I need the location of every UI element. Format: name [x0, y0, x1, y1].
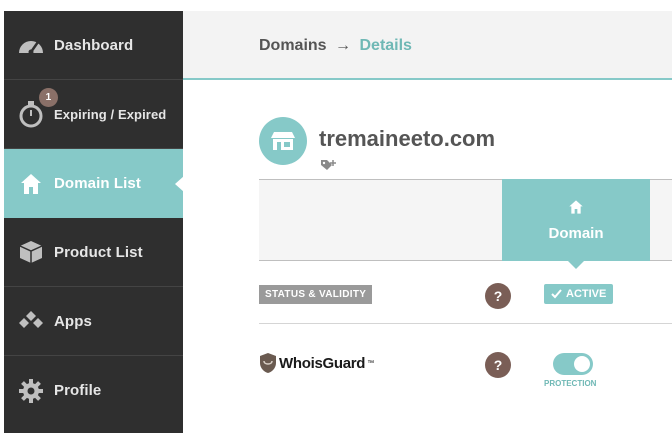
sidebar: Dashboard 1 Expiring / Expired Domain Li… — [4, 11, 184, 433]
whoisguard-protection-toggle[interactable] — [553, 353, 593, 375]
table-row-status: STATUS & VALIDITY ? ACTIVE — [259, 262, 672, 324]
sidebar-item-label: Product List — [54, 243, 143, 261]
speedometer-icon — [17, 31, 45, 59]
status-validity-label: STATUS & VALIDITY — [259, 285, 373, 304]
add-tag-icon[interactable] — [320, 158, 338, 172]
protection-label: PROTECTION — [544, 379, 597, 388]
status-value: ACTIVE — [566, 288, 607, 300]
whoisguard-logo: WhoisGuard ™ — [259, 352, 374, 374]
sidebar-item-label: Apps — [54, 312, 92, 330]
sidebar-item-profile[interactable]: Profile — [4, 356, 183, 425]
expiring-count-badge: 1 — [39, 88, 58, 107]
sidebar-item-label: Domain List — [54, 175, 141, 192]
sidebar-item-dashboard[interactable]: Dashboard — [4, 11, 183, 80]
sidebar-item-apps[interactable]: Apps — [4, 287, 183, 356]
status-help-button[interactable]: ? — [485, 283, 511, 309]
sidebar-item-product-list[interactable]: Product List — [4, 218, 183, 287]
table-row-whoisguard: WhoisGuard ™ ? PROTECTION — [259, 334, 672, 396]
stopwatch-icon: 1 — [17, 88, 58, 128]
breadcrumb: Domains → Details — [259, 37, 412, 55]
storefront-icon — [271, 132, 295, 150]
box-icon — [17, 238, 45, 266]
whoisguard-shield-icon — [260, 353, 276, 373]
sidebar-item-domain-list[interactable]: Domain List — [4, 149, 184, 218]
home-icon — [17, 170, 45, 198]
gear-icon — [17, 377, 45, 405]
page-header: Domains → Details — [183, 11, 672, 80]
sidebar-item-label: Expiring / Expired — [54, 106, 167, 122]
column-domain-label: Domain — [548, 224, 604, 242]
apps-icon — [17, 307, 45, 335]
whoisguard-label: WhoisGuard — [279, 354, 366, 372]
sidebar-item-expiring[interactable]: 1 Expiring / Expired — [4, 80, 183, 149]
domain-name-title: tremaineeto.com — [319, 126, 496, 151]
domain-avatar — [259, 117, 307, 165]
sidebar-item-label: Profile — [54, 382, 102, 399]
whoisguard-trademark: ™ — [367, 359, 375, 367]
column-domain: Domain — [502, 179, 650, 269]
details-table-header: Domain — [259, 179, 672, 269]
checkmark-icon — [551, 289, 562, 299]
breadcrumb-separator: → — [335, 37, 352, 54]
sidebar-item-label: Dashboard — [54, 36, 134, 54]
status-active-badge: ACTIVE — [544, 284, 614, 304]
breadcrumb-domains[interactable]: Domains — [259, 37, 327, 54]
breadcrumb-details: Details — [359, 37, 412, 54]
whoisguard-help-button[interactable]: ? — [485, 352, 511, 378]
home-icon — [568, 199, 584, 219]
toggle-knob — [574, 356, 590, 372]
